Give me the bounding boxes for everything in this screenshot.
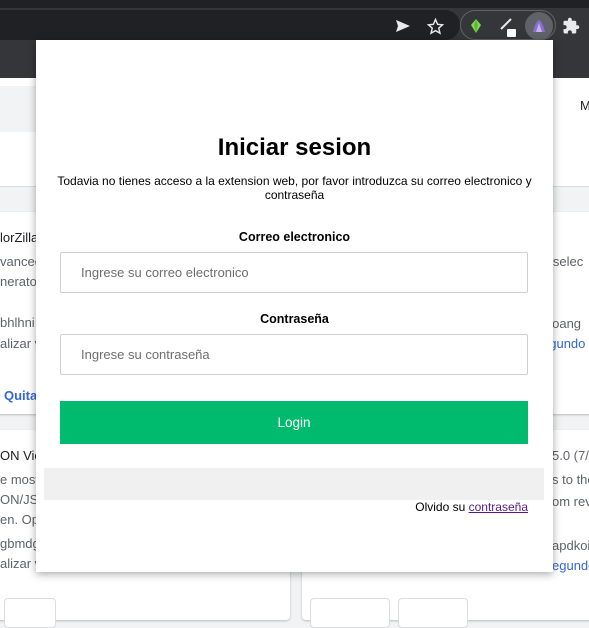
extensions-puzzle-icon[interactable] <box>557 12 585 40</box>
message-area <box>44 468 544 500</box>
extension-active-icon[interactable] <box>525 12 553 40</box>
inspect-views-link[interactable]: egundo <box>552 558 589 573</box>
extension-description: e most <box>0 472 40 487</box>
login-button[interactable]: Login <box>60 401 528 444</box>
forgot-password-text: Olvido su <box>415 500 466 514</box>
extension-name: lorZilla <box>0 230 39 245</box>
send-tab-icon[interactable] <box>389 12 417 40</box>
extension-description: om rev <box>552 494 589 509</box>
extension-id: bhlhni <box>0 315 35 330</box>
password-field[interactable] <box>60 334 528 375</box>
popup-title: Iniciar sesion <box>217 134 372 161</box>
inspect-views: alizar v <box>0 336 42 351</box>
remove-button[interactable] <box>398 598 468 628</box>
email-field[interactable] <box>60 252 528 293</box>
email-label: Correo electronico <box>238 230 351 244</box>
forgot-password: Olvido su contraseña <box>415 500 528 514</box>
header-letter: M <box>580 98 589 113</box>
details-button[interactable] <box>310 598 390 628</box>
login-popup: Iniciar sesion Todavia no tienes acceso … <box>36 40 553 572</box>
remove-button[interactable]: Quita <box>4 388 37 403</box>
password-label: Contraseña <box>260 312 329 326</box>
extension-id: apdkoi <box>552 538 589 553</box>
details-button[interactable] <box>4 598 56 628</box>
extension-version: 5.0 (7/1 <box>552 448 589 463</box>
tab-strip <box>0 0 589 8</box>
extension-description: ON/JS <box>0 492 39 507</box>
extension-pen-icon[interactable] <box>493 12 521 40</box>
bookmark-star-icon[interactable] <box>421 12 449 40</box>
inspect-views: alizar v <box>0 556 42 571</box>
forgot-password-link[interactable]: contraseña <box>469 500 528 514</box>
extension-description: s to the <box>552 472 589 487</box>
extension-gem-icon[interactable] <box>462 12 490 40</box>
popup-subtitle: Todavia no tienes acceso a la extension … <box>57 174 532 202</box>
search-box[interactable] <box>0 86 36 132</box>
extension-id: gbmdg <box>0 536 40 551</box>
